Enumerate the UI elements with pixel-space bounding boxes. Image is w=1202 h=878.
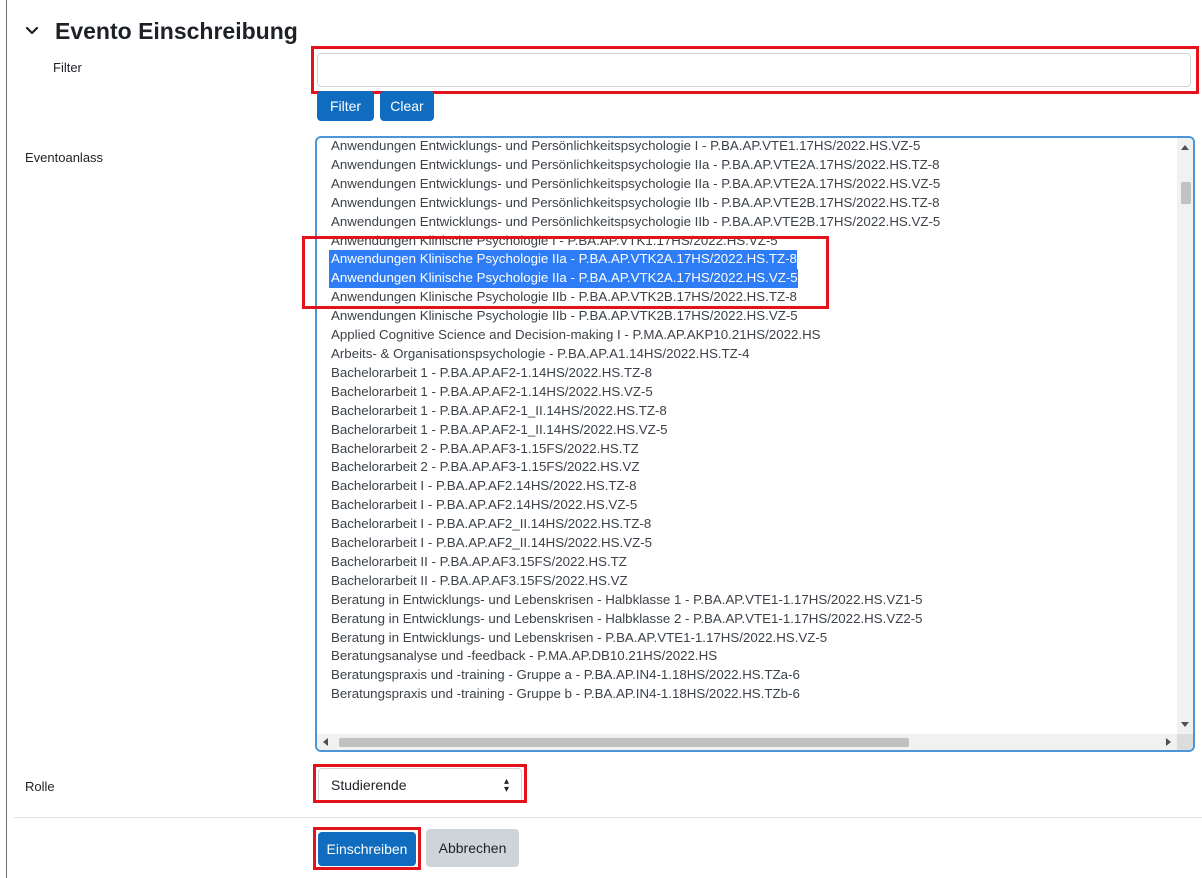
event-option[interactable]: Bachelorarbeit 1 - P.BA.AP.AF2-1.14HS/20…	[329, 364, 652, 383]
event-option[interactable]: Bachelorarbeit 1 - P.BA.AP.AF2-1_II.14HS…	[329, 402, 667, 421]
page-left-border	[6, 0, 7, 878]
event-option[interactable]: Anwendungen Klinische Psychologie I - P.…	[329, 232, 778, 251]
event-option[interactable]: Bachelorarbeit I - P.BA.AP.AF2_II.14HS/2…	[329, 515, 651, 534]
event-label: Eventoanlass	[25, 150, 104, 165]
section-title: Evento Einschreibung	[55, 17, 298, 44]
event-options: Anwendungen Entwicklungs- und Persönlich…	[329, 138, 1175, 704]
cancel-button[interactable]: Abbrechen	[426, 829, 519, 867]
event-option[interactable]: Anwendungen Entwicklungs- und Persönlich…	[329, 156, 940, 175]
scroll-down-arrow-icon[interactable]	[1181, 722, 1189, 727]
event-option[interactable]: Bachelorarbeit II - P.BA.AP.AF3.15FS/202…	[329, 572, 628, 591]
event-option[interactable]: Applied Cognitive Science and Decision-m…	[329, 326, 821, 345]
clear-button[interactable]: Clear	[380, 91, 434, 121]
filter-input[interactable]	[317, 53, 1191, 87]
horizontal-scroll-thumb[interactable]	[339, 738, 909, 747]
section-header[interactable]: Evento Einschreibung	[25, 14, 298, 48]
event-option[interactable]: Anwendungen Klinische Psychologie IIb - …	[329, 288, 797, 307]
event-option[interactable]: Anwendungen Klinische Psychologie IIa - …	[329, 269, 798, 289]
event-option[interactable]: Anwendungen Klinische Psychologie IIa - …	[329, 250, 797, 270]
event-option[interactable]: Beratungsanalyse und -feedback - P.MA.AP…	[329, 647, 717, 666]
event-option[interactable]: Bachelorarbeit 1 - P.BA.AP.AF2-1.14HS/20…	[329, 383, 653, 402]
event-option[interactable]: Beratung in Entwicklungs- und Lebenskris…	[329, 610, 923, 629]
scroll-left-arrow-icon[interactable]	[323, 738, 328, 746]
scroll-up-arrow-icon[interactable]	[1181, 145, 1189, 150]
event-option[interactable]: Beratungspraxis und -training - Gruppe a…	[329, 666, 800, 685]
event-option[interactable]: Bachelorarbeit I - P.BA.AP.AF2.14HS/2022…	[329, 477, 637, 496]
vertical-scrollbar[interactable]	[1177, 138, 1193, 734]
horizontal-scrollbar[interactable]	[317, 734, 1177, 750]
event-option[interactable]: Bachelorarbeit 2 - P.BA.AP.AF3-1.15FS/20…	[329, 440, 639, 459]
submit-button[interactable]: Einschreiben	[318, 832, 416, 866]
event-option[interactable]: Bachelorarbeit I - P.BA.AP.AF2_II.14HS/2…	[329, 534, 652, 553]
event-listbox[interactable]: Anwendungen Entwicklungs- und Persönlich…	[315, 136, 1195, 752]
event-option[interactable]: Arbeits- & Organisationspsychologie - P.…	[329, 345, 750, 364]
filter-label: Filter	[53, 60, 82, 75]
event-option[interactable]: Anwendungen Entwicklungs- und Persönlich…	[329, 175, 940, 194]
event-option[interactable]: Anwendungen Klinische Psychologie IIb - …	[329, 307, 798, 326]
vertical-scroll-thumb[interactable]	[1181, 182, 1191, 204]
role-select-value: Studierende	[331, 777, 407, 793]
role-label: Rolle	[25, 779, 55, 794]
scroll-right-arrow-icon[interactable]	[1166, 738, 1171, 746]
event-option[interactable]: Bachelorarbeit 1 - P.BA.AP.AF2-1_II.14HS…	[329, 421, 668, 440]
event-option[interactable]: Beratungspraxis und -training - Gruppe b…	[329, 685, 800, 704]
event-option[interactable]: Bachelorarbeit I - P.BA.AP.AF2.14HS/2022…	[329, 496, 637, 515]
event-option[interactable]: Beratung in Entwicklungs- und Lebenskris…	[329, 629, 827, 648]
event-option[interactable]: Bachelorarbeit 2 - P.BA.AP.AF3-1.15FS/20…	[329, 458, 639, 477]
event-option[interactable]: Anwendungen Entwicklungs- und Persönlich…	[329, 194, 940, 213]
event-option[interactable]: Bachelorarbeit II - P.BA.AP.AF3.15FS/202…	[329, 553, 627, 572]
event-option[interactable]: Anwendungen Entwicklungs- und Persönlich…	[329, 138, 920, 156]
scrollbar-corner	[1177, 734, 1193, 750]
chevron-down-icon[interactable]	[25, 24, 39, 38]
role-select[interactable]: Studierende ▴ ▾	[318, 768, 522, 802]
filter-button[interactable]: Filter	[317, 91, 374, 121]
form-divider	[14, 817, 1202, 818]
updown-arrows-icon: ▴ ▾	[503, 776, 509, 795]
event-option[interactable]: Beratung in Entwicklungs- und Lebenskris…	[329, 591, 923, 610]
event-option[interactable]: Anwendungen Entwicklungs- und Persönlich…	[329, 213, 940, 232]
